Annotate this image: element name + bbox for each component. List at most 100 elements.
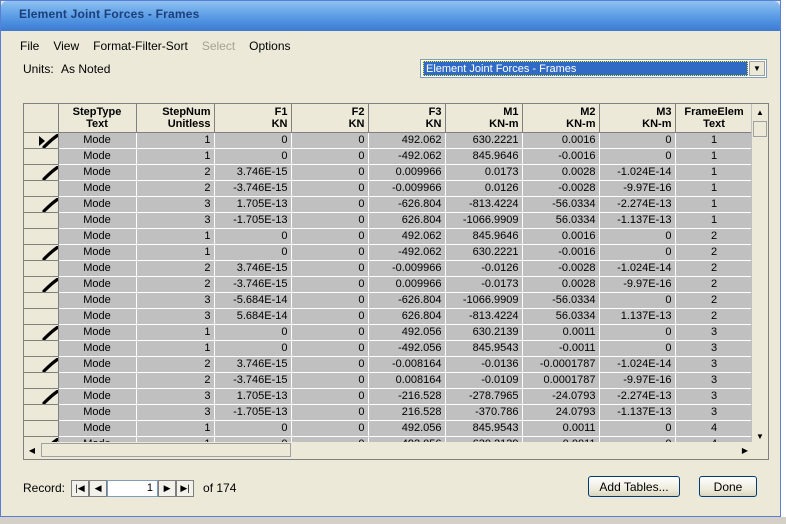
table-cell[interactable]: 0: [291, 292, 369, 309]
table-cell[interactable]: 0.009966: [368, 164, 446, 181]
table-row[interactable]: Mode 1 0 0 492.056 845.9543 0.0011 0 4: [24, 420, 754, 437]
table-cell[interactable]: 0: [291, 404, 369, 421]
table-cell[interactable]: -492.062: [368, 148, 446, 165]
horizontal-scrollbar[interactable]: ◀ ▶: [24, 442, 753, 459]
table-cell[interactable]: 1.705E-13: [214, 388, 292, 405]
table-cell[interactable]: 0: [214, 324, 292, 341]
table-cell[interactable]: 0: [214, 228, 292, 245]
scroll-up-icon[interactable]: ▲: [752, 104, 768, 120]
row-selector[interactable]: [24, 276, 59, 293]
table-cell[interactable]: 56.0334: [522, 212, 600, 229]
table-cell[interactable]: 2: [675, 308, 754, 325]
table-cell[interactable]: 0: [291, 196, 369, 213]
table-cell[interactable]: 0.0011: [522, 324, 600, 341]
previous-record-icon[interactable]: ◀: [89, 479, 108, 497]
table-cell[interactable]: 2: [136, 180, 215, 197]
table-cell[interactable]: 630.2221: [445, 244, 523, 261]
table-cell[interactable]: 492.056: [368, 324, 446, 341]
add-tables-button[interactable]: Add Tables...: [588, 476, 680, 497]
table-cell[interactable]: -56.0334: [522, 196, 600, 213]
table-cell[interactable]: -492.056: [368, 340, 446, 357]
table-cell[interactable]: 1: [136, 148, 215, 165]
table-cell[interactable]: -0.0016: [522, 148, 600, 165]
table-cell[interactable]: 2: [675, 228, 754, 245]
row-selector[interactable]: [24, 324, 59, 341]
menu-options[interactable]: Options: [242, 37, 297, 57]
row-selector[interactable]: [24, 292, 59, 309]
table-cell[interactable]: -1.137E-13: [599, 212, 676, 229]
table-cell[interactable]: -9.97E-16: [599, 180, 676, 197]
row-selector[interactable]: [24, 244, 59, 261]
table-cell[interactable]: -0.0016: [522, 244, 600, 261]
table-cell[interactable]: -9.97E-16: [599, 276, 676, 293]
row-selector[interactable]: [24, 340, 59, 357]
column-header[interactable]: F2 KN: [291, 104, 369, 133]
column-header[interactable]: M3 KN-m: [599, 104, 676, 133]
table-cell[interactable]: -626.804: [368, 292, 446, 309]
table-cell[interactable]: 1: [136, 244, 215, 261]
row-selector[interactable]: [24, 356, 59, 373]
table-cell[interactable]: 2: [136, 356, 215, 373]
last-record-icon[interactable]: ▶|: [176, 479, 195, 497]
table-cell[interactable]: 2: [675, 244, 754, 261]
table-cell[interactable]: -0.009966: [368, 180, 446, 197]
table-cell[interactable]: Mode: [58, 212, 137, 229]
table-cell[interactable]: -1066.9909: [445, 292, 523, 309]
table-cell[interactable]: 492.062: [368, 228, 446, 245]
table-cell[interactable]: 1: [136, 132, 215, 149]
table-cell[interactable]: 0.0173: [445, 164, 523, 181]
table-cell[interactable]: -56.0334: [522, 292, 600, 309]
table-cell[interactable]: Mode: [58, 356, 137, 373]
table-row[interactable]: Mode 2 -3.746E-15 0 0.009966 -0.0173 0.0028 -9.…: [24, 276, 754, 293]
table-row[interactable]: Mode 1 0 0 -492.062 845.9646 -0.0016 0 1: [24, 148, 754, 165]
done-button[interactable]: Done: [699, 476, 757, 497]
table-cell[interactable]: 1.137E-13: [599, 308, 676, 325]
table-cell[interactable]: 3: [136, 292, 215, 309]
table-cell[interactable]: 845.9543: [445, 420, 523, 437]
table-cell[interactable]: 0: [291, 324, 369, 341]
row-selector[interactable]: [24, 228, 59, 245]
table-cell[interactable]: -24.0793: [522, 388, 600, 405]
table-cell[interactable]: Mode: [58, 388, 137, 405]
table-cell[interactable]: 0: [214, 420, 292, 437]
table-cell[interactable]: 0: [599, 292, 676, 309]
table-cell[interactable]: 0: [599, 228, 676, 245]
table-cell[interactable]: 1: [675, 132, 754, 149]
menu-format-filter-sort[interactable]: Format-Filter-Sort: [86, 37, 195, 57]
table-cell[interactable]: 3.746E-15: [214, 164, 292, 181]
table-cell[interactable]: 0: [599, 244, 676, 261]
table-cell[interactable]: 3.746E-15: [214, 356, 292, 373]
row-selector[interactable]: [24, 372, 59, 389]
table-cell[interactable]: 2: [675, 276, 754, 293]
next-record-icon[interactable]: ▶: [158, 479, 177, 497]
scroll-left-icon[interactable]: ◀: [24, 442, 40, 458]
row-selector[interactable]: [24, 148, 59, 165]
table-cell[interactable]: -0.0028: [522, 180, 600, 197]
table-row[interactable]: Mode 1 0 0 492.056 630.2139 0.0011 0 3: [24, 324, 754, 341]
table-cell[interactable]: 0: [291, 164, 369, 181]
table-cell[interactable]: 1: [675, 212, 754, 229]
table-row[interactable]: Mode 3 1.705E-13 0 -216.528 -278.7965 -24.0793…: [24, 388, 754, 405]
table-cell[interactable]: 1: [136, 228, 215, 245]
chevron-down-icon[interactable]: ▼: [749, 61, 765, 76]
first-record-icon[interactable]: |◀: [71, 479, 90, 497]
table-cell[interactable]: 2: [675, 260, 754, 277]
table-cell[interactable]: -0.0136: [445, 356, 523, 373]
table-cell[interactable]: Mode: [58, 276, 137, 293]
table-cell[interactable]: 2: [136, 276, 215, 293]
table-cell[interactable]: -0.0028: [522, 260, 600, 277]
table-cell[interactable]: -0.0011: [522, 340, 600, 357]
table-cell[interactable]: Mode: [58, 308, 137, 325]
table-cell[interactable]: 24.0793: [522, 404, 600, 421]
table-cell[interactable]: Mode: [58, 148, 137, 165]
table-cell[interactable]: Mode: [58, 292, 137, 309]
table-cell[interactable]: 1: [136, 324, 215, 341]
column-header[interactable]: M2 KN-m: [522, 104, 600, 133]
table-cell[interactable]: -3.746E-15: [214, 180, 292, 197]
column-header[interactable]: FrameElem Text: [675, 104, 754, 133]
table-cell[interactable]: 0: [599, 420, 676, 437]
row-selector[interactable]: [24, 164, 59, 181]
table-cell[interactable]: 0: [599, 148, 676, 165]
table-row[interactable]: Mode 2 -3.746E-15 0 -0.009966 0.0126 -0.0028 -9…: [24, 180, 754, 197]
row-selector[interactable]: [24, 420, 59, 437]
